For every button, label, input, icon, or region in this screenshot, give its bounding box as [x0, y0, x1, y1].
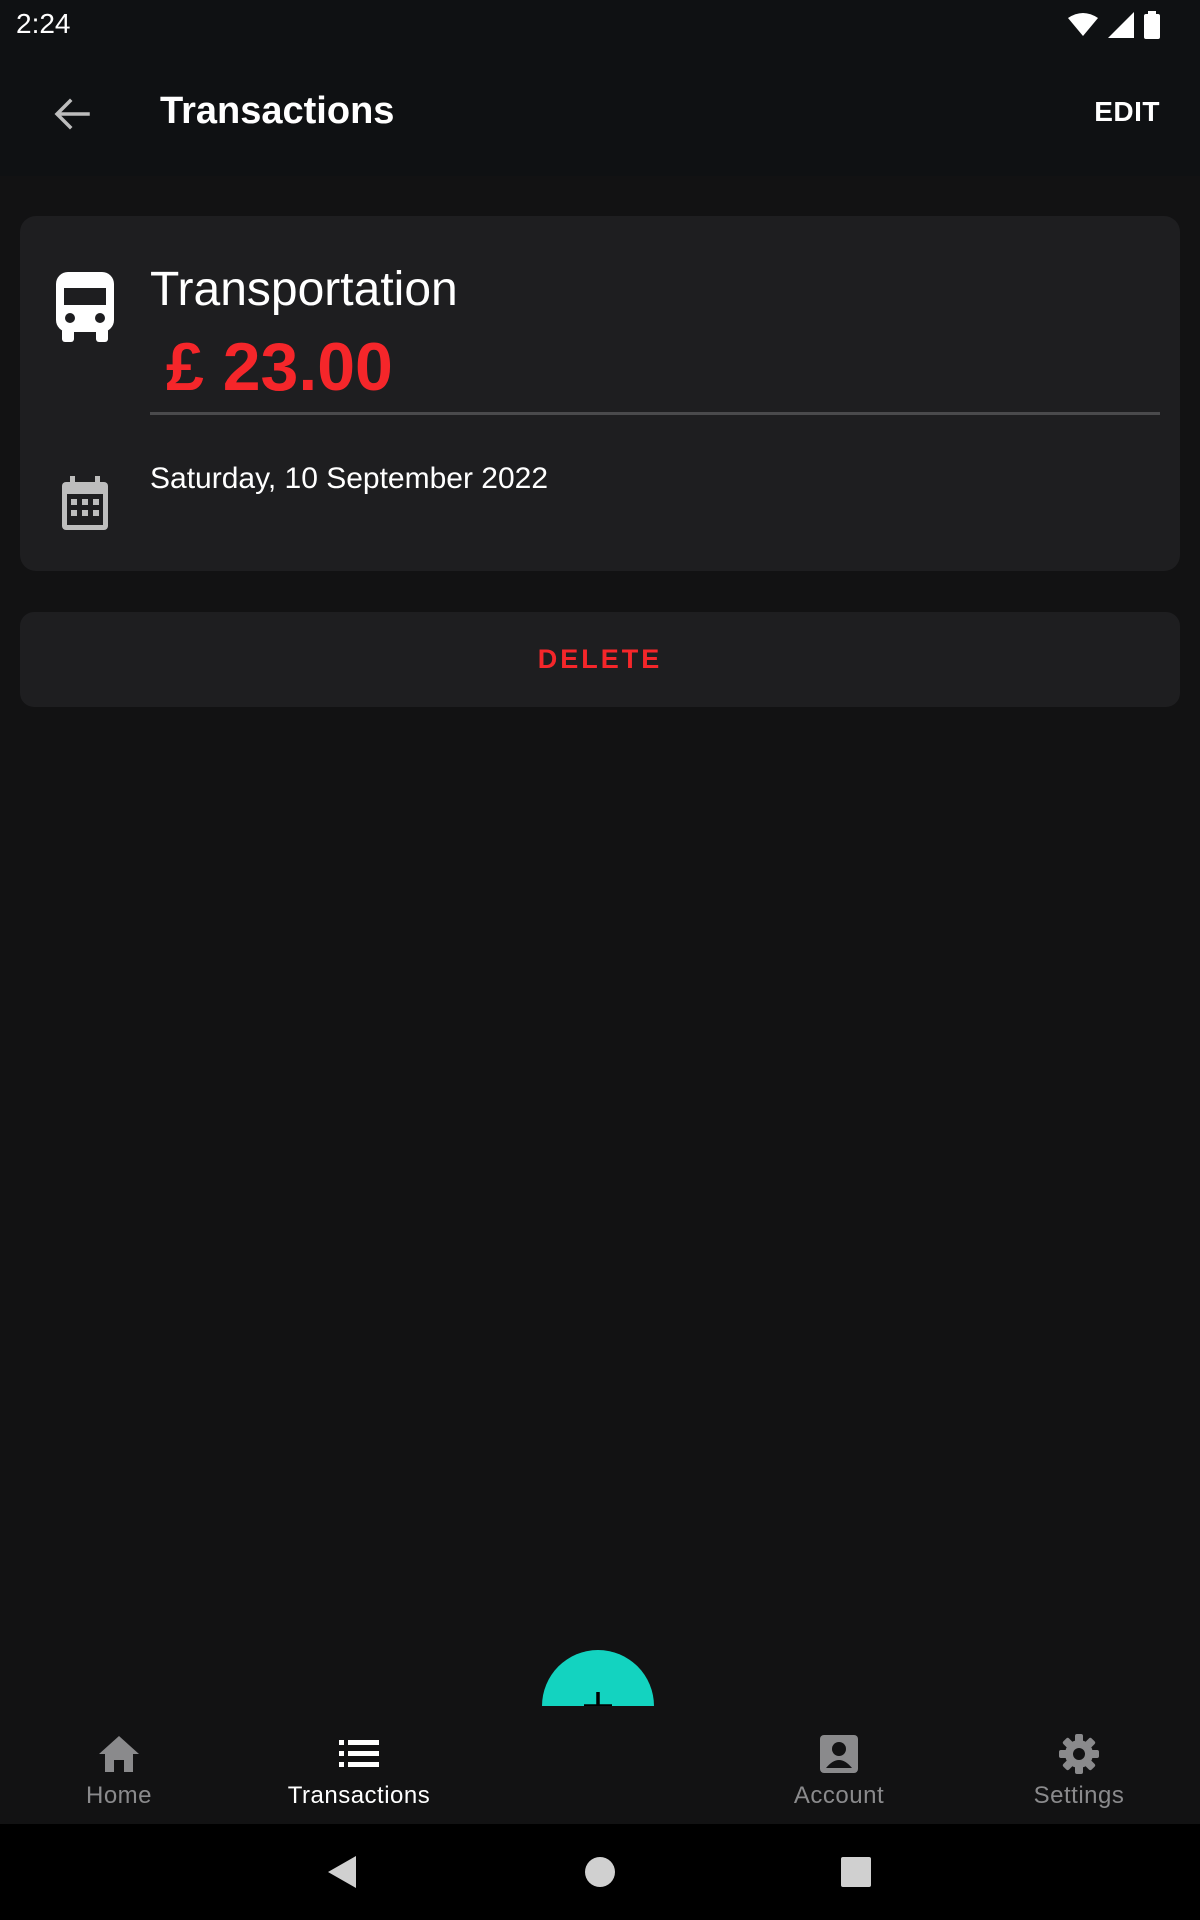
nav-item-settings[interactable]: Settings: [979, 1706, 1179, 1824]
delete-button[interactable]: DELETE: [20, 612, 1180, 707]
status-time: 2:24: [16, 8, 71, 39]
edit-button[interactable]: EDIT: [1094, 96, 1160, 128]
system-recents-button[interactable]: [832, 1848, 880, 1896]
system-back-button[interactable]: [318, 1848, 366, 1896]
account-icon: [820, 1735, 858, 1773]
bus-icon: [56, 272, 114, 342]
back-button[interactable]: [42, 86, 102, 142]
delete-label: DELETE: [537, 644, 663, 674]
nav-label-home: Home: [85, 1782, 153, 1809]
arrow-left-icon: [54, 98, 90, 130]
app-bar: Transactions EDIT: [0, 50, 1200, 176]
status-icons: [1068, 10, 1160, 40]
home-circle-icon: [585, 1857, 615, 1887]
category-name: Transportation: [150, 263, 458, 316]
system-home-button[interactable]: [576, 1848, 624, 1896]
battery-icon: [1144, 11, 1160, 39]
status-bar: 2:24: [0, 0, 1200, 50]
nav-label-transactions: Transactions: [287, 1782, 431, 1809]
wifi-icon: [1068, 13, 1098, 36]
nav-item-account[interactable]: Account: [739, 1706, 939, 1824]
recents-square-icon: [841, 1857, 871, 1887]
gear-icon: [1059, 1734, 1099, 1774]
cellular-signal-icon: [1108, 12, 1134, 38]
back-triangle-icon: [328, 1856, 356, 1888]
nav-item-home[interactable]: Home: [19, 1706, 219, 1824]
calendar-icon: [62, 476, 108, 530]
nav-label-account: Account: [793, 1782, 885, 1809]
transaction-amount: £ 23.00: [166, 329, 393, 405]
page-title: Transactions: [160, 90, 395, 132]
home-icon: [99, 1736, 139, 1772]
nav-item-transactions[interactable]: Transactions: [259, 1706, 459, 1824]
transaction-date[interactable]: Saturday, 10 September 2022: [150, 462, 548, 496]
amount-underline: [150, 412, 1160, 415]
bottom-navigation: Home Transactions Account Settings: [0, 1706, 1200, 1824]
list-icon: [339, 1740, 379, 1767]
system-navigation-bar: [0, 1824, 1200, 1920]
transaction-detail-card: Transportation £ 23.00 Saturday, 10 Sept…: [20, 216, 1180, 571]
nav-label-settings: Settings: [1033, 1782, 1125, 1809]
